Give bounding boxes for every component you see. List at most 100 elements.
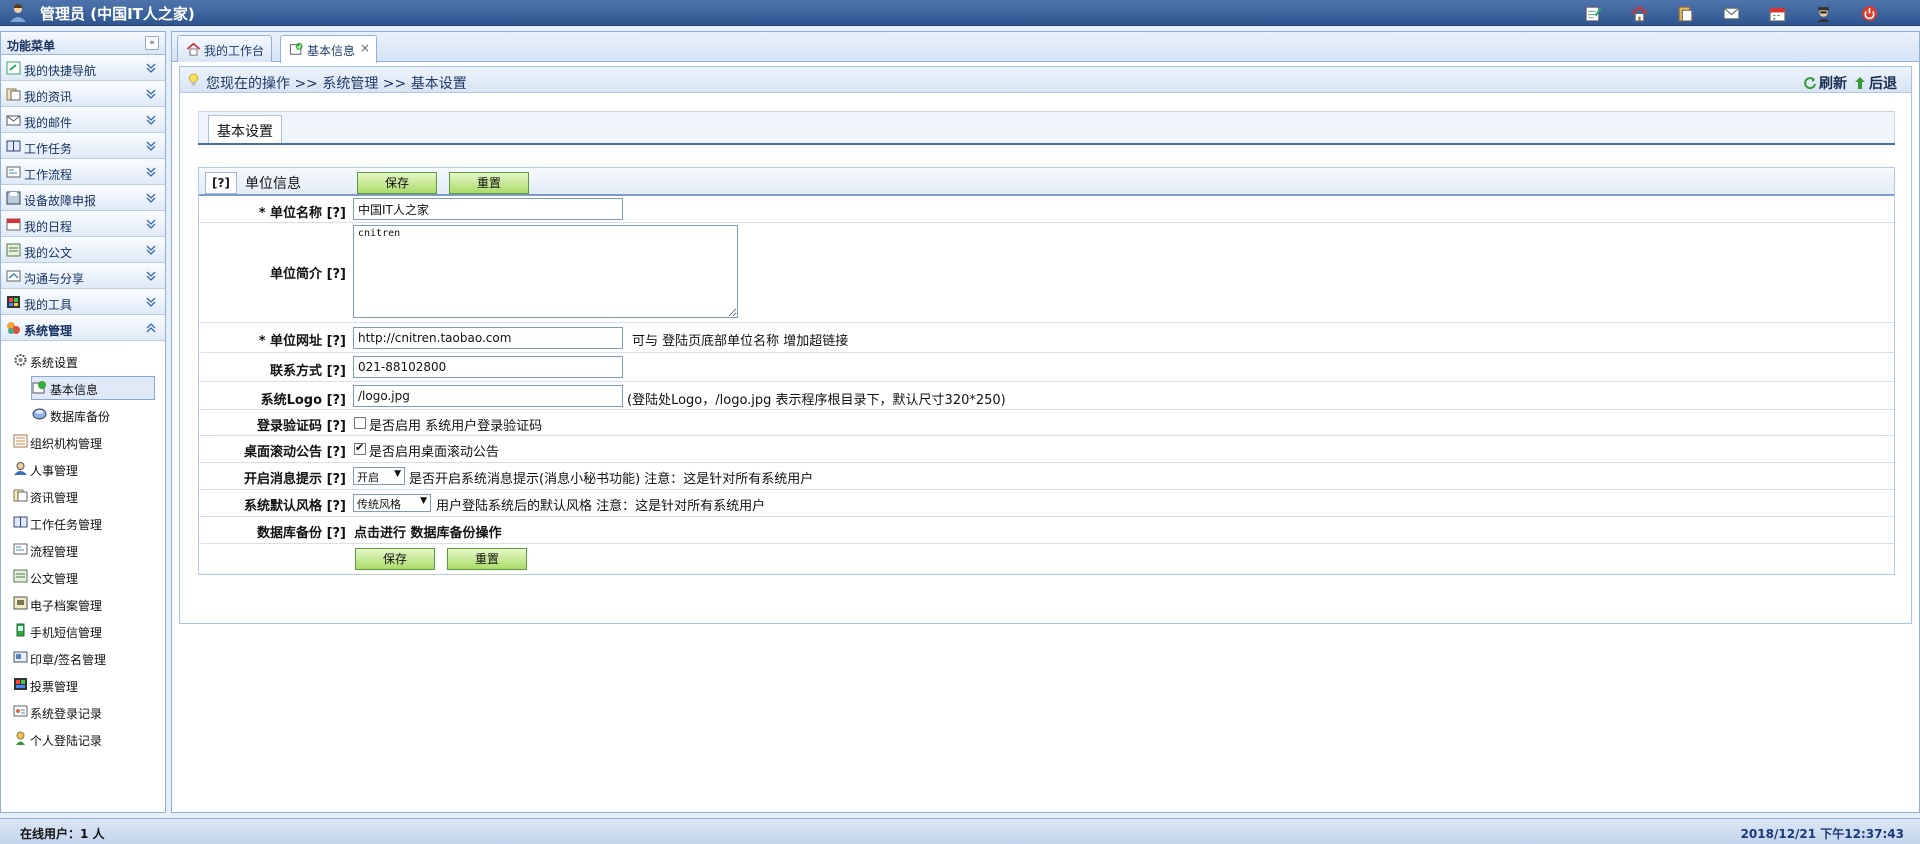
marquee-checkbox[interactable]	[354, 441, 366, 455]
flow-icon	[6, 166, 21, 178]
tree-item[interactable]: 资讯管理	[1, 482, 165, 509]
chevron-down-icon[interactable]	[145, 217, 157, 229]
chevron-down-icon[interactable]	[145, 165, 157, 177]
sidebar-menu-item[interactable]: 沟通与分享	[1, 263, 165, 289]
captcha-hint: 是否启用 系统用户登录验证码	[369, 419, 543, 434]
power-icon[interactable]	[1846, 4, 1892, 22]
tree-item[interactable]: 系统设置	[1, 347, 165, 374]
chevron-down-icon[interactable]	[145, 295, 157, 307]
chevron-down-icon[interactable]	[145, 87, 157, 99]
tab-my-workbench[interactable]: 我的工作台	[177, 35, 272, 62]
status-datetime: 2018/12/21 下午12:37:43	[1740, 827, 1904, 841]
help-button[interactable]: [?]	[205, 172, 237, 194]
back-arrow-icon	[1855, 77, 1865, 89]
tree-item-label: 工作任务管理	[30, 518, 103, 532]
unit-intro-textarea[interactable]: cnitren	[353, 225, 738, 318]
info-icon	[32, 381, 46, 394]
chevron-down-icon[interactable]	[145, 61, 157, 73]
top-toolbar	[1570, 4, 1892, 22]
sidebar-menu-item[interactable]: 设备故障申报	[1, 185, 165, 211]
chevron-down-icon[interactable]	[145, 113, 157, 125]
tree-item[interactable]: 流程管理	[1, 536, 165, 563]
message-prompt-select[interactable]: 开启 ▼	[353, 467, 405, 485]
chevron-up-icon[interactable]	[145, 321, 157, 333]
sidebar-menu-label: 我的快捷导航	[24, 64, 97, 78]
contact-label: 联系方式 [?]	[270, 364, 346, 379]
tree-item[interactable]: 个人登陆记录	[1, 725, 165, 752]
tree-item[interactable]: 印章/签名管理	[1, 644, 165, 671]
tab-basic-info[interactable]: 基本信息 ×	[280, 35, 377, 63]
mail-icon[interactable]	[1708, 4, 1754, 22]
sidebar-title: 功能菜单	[7, 39, 56, 53]
contact-input[interactable]	[353, 356, 623, 378]
collapse-sidebar-icon[interactable]: «	[145, 36, 159, 50]
section-tab-basic-settings[interactable]: 基本设置	[208, 115, 282, 143]
book-icon	[6, 140, 21, 152]
home-icon[interactable]	[1616, 4, 1662, 22]
sidebar-menu-item[interactable]: 我的资讯	[1, 81, 165, 107]
chevron-down-icon[interactable]	[145, 139, 157, 151]
note-edit-icon[interactable]	[1570, 4, 1616, 22]
tree-item[interactable]: 投票管理	[1, 671, 165, 698]
captcha-checkbox[interactable]	[354, 417, 366, 429]
row-logo: 系统Logo [?] (登陆处Logo，/logo.jpg 表示程序根目录下，默…	[199, 382, 1894, 410]
clipboard-icon[interactable]	[1662, 4, 1708, 22]
refresh-button[interactable]: 刷新	[1803, 73, 1847, 93]
logo-hint: (登陆处Logo，/logo.jpg 表示程序根目录下，默认尺寸320*250)	[627, 393, 1006, 408]
tree-item[interactable]: 数据库备份	[1, 401, 165, 428]
sidebar-menu-item[interactable]: 我的工具	[1, 289, 165, 315]
news-icon	[6, 88, 21, 101]
sidebar-menu-label: 我的日程	[24, 220, 73, 234]
tree-item[interactable]: 工作任务管理	[1, 509, 165, 536]
db-backup-link[interactable]: 点击进行 数据库备份操作	[354, 522, 502, 541]
unit-name-label: * 单位名称 [?]	[258, 206, 346, 221]
sidebar-menu-label: 我的公文	[24, 246, 73, 260]
tree-item-label: 流程管理	[30, 545, 79, 559]
row-unit-intro: 单位简介 [?] cnitren	[199, 223, 1894, 323]
default-style-select[interactable]: 传统风格 ▼	[353, 494, 431, 512]
reset-button-top[interactable]: 重置	[449, 172, 529, 194]
login-log-icon	[13, 705, 28, 717]
tab-label: 我的工作台	[204, 44, 265, 58]
lightbulb-icon	[188, 73, 199, 86]
sidebar-menu-item[interactable]: 我的日程	[1, 211, 165, 237]
tree-item[interactable]: 组织机构管理	[1, 428, 165, 455]
tree-item-label: 人事管理	[30, 464, 79, 478]
form-title: 单位信息	[245, 176, 301, 192]
sidebar-menu-item[interactable]: 我的公文	[1, 237, 165, 263]
back-button[interactable]: 后退	[1853, 73, 1897, 93]
tab-bar: 我的工作台 基本信息 ×	[172, 32, 1919, 63]
sidebar-menu-item[interactable]: 工作流程	[1, 159, 165, 185]
save-button[interactable]: 保存	[355, 548, 435, 570]
tree-item[interactable]: 基本信息	[1, 374, 165, 401]
unit-url-label: * 单位网址 [?]	[258, 334, 346, 349]
unit-url-input[interactable]	[353, 327, 623, 349]
calendar-icon[interactable]	[1754, 4, 1800, 22]
tree-item[interactable]: 公文管理	[1, 563, 165, 590]
sidebar-menu-item[interactable]: 系统管理	[1, 315, 165, 341]
tree-item-label: 公文管理	[30, 572, 79, 586]
status-bar: 在线用户：1 人 2018/12/21 下午12:37:43	[0, 818, 1920, 844]
message-prompt-value: 开启	[357, 471, 379, 484]
tree-item[interactable]: 电子档案管理	[1, 590, 165, 617]
tree-item-label: 数据库备份	[50, 410, 111, 424]
chevron-down-icon[interactable]	[145, 269, 157, 281]
tree-item-label: 印章/签名管理	[30, 653, 107, 667]
chevron-down-icon[interactable]	[145, 191, 157, 203]
reset-button[interactable]: 重置	[447, 548, 527, 570]
user-spy-icon[interactable]	[1800, 4, 1846, 22]
unit-name-input[interactable]	[353, 198, 623, 220]
chevron-down-icon[interactable]	[145, 243, 157, 255]
org-icon	[13, 434, 28, 448]
sidebar-menu-item[interactable]: 工作任务	[1, 133, 165, 159]
sidebar-menu-item[interactable]: 我的邮件	[1, 107, 165, 133]
tree-item[interactable]: 手机短信管理	[1, 617, 165, 644]
sidebar-menu-item[interactable]: 我的快捷导航	[1, 55, 165, 81]
tree-item[interactable]: 系统登录记录	[1, 698, 165, 725]
save-button-top[interactable]: 保存	[357, 172, 437, 194]
tree-item-label: 资讯管理	[30, 491, 79, 505]
section-header-bg	[198, 111, 1895, 143]
logo-input[interactable]	[353, 385, 623, 407]
close-tab-icon[interactable]: ×	[360, 41, 370, 55]
tree-item[interactable]: 人事管理	[1, 455, 165, 482]
